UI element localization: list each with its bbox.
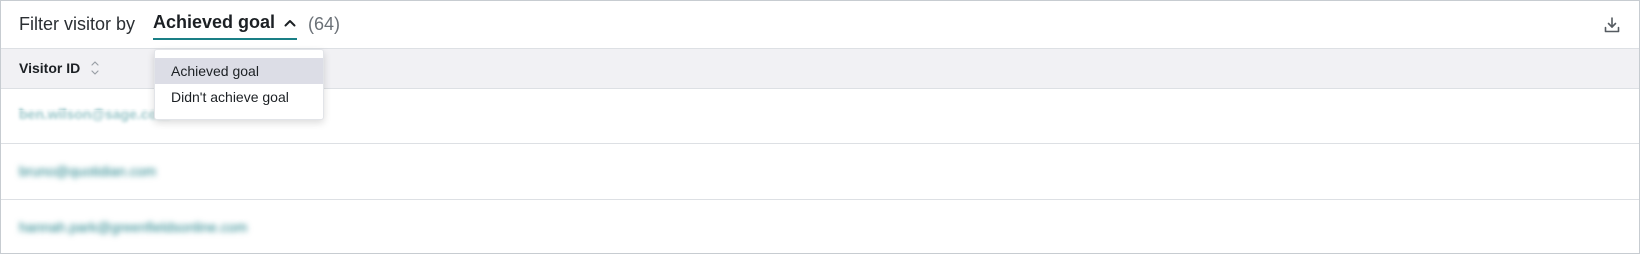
column-header-visitor-id[interactable]: Visitor ID <box>19 60 80 76</box>
table-row: bruno@quotidian.com <box>1 144 1639 200</box>
dropdown-option-didnt-achieve-goal[interactable]: Didn't achieve goal <box>155 84 323 110</box>
filter-count: (64) <box>308 14 341 34</box>
filter-selected-value: Achieved goal <box>153 12 276 32</box>
sort-icon[interactable] <box>90 58 100 78</box>
dropdown-option-achieved-goal[interactable]: Achieved goal <box>155 58 323 84</box>
filter-label: Filter visitor by <box>19 14 136 34</box>
filter-bar: Filter visitor by Achieved goal (64) <box>1 1 1639 48</box>
visitor-id-link[interactable]: hannah.park@greenfieldsonline.com <box>19 219 247 235</box>
visitor-table-panel: Filter visitor by Achieved goal (64) Vis… <box>0 0 1640 254</box>
chevron-up-icon <box>283 16 297 30</box>
visitor-id-link[interactable]: bruno@quotidian.com <box>19 163 156 179</box>
download-icon[interactable] <box>1603 16 1621 34</box>
filter-select[interactable]: Achieved goal <box>153 12 298 40</box>
filter-dropdown-menu: Achieved goal Didn't achieve goal <box>154 49 324 120</box>
table-row: hannah.park@greenfieldsonline.com <box>1 200 1639 253</box>
